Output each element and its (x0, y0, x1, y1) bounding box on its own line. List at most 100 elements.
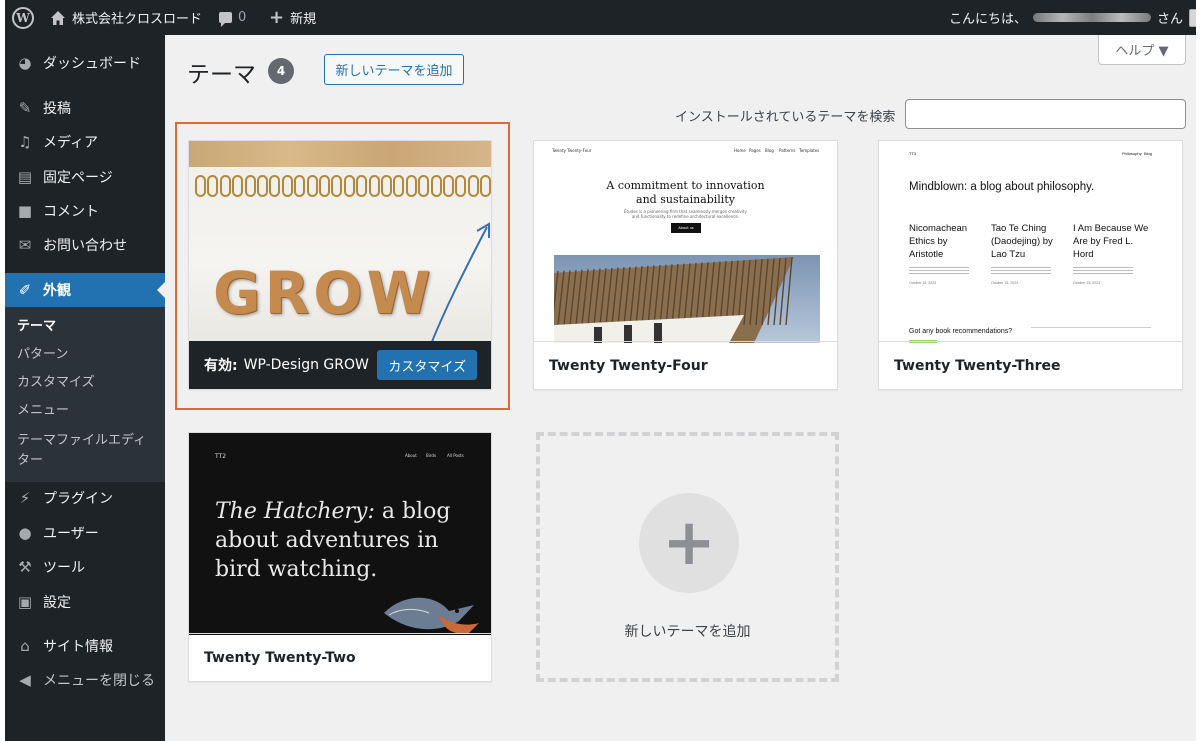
home-icon: ⌂ (20, 637, 30, 655)
submenu-patterns[interactable]: パターン (17, 345, 68, 365)
wp-admin-window: W 株式会社クロスロード 0 + 新規 こんにちは、 さん ◕ ダッシュボード … (5, 0, 1196, 741)
page-title: テーマ (187, 62, 256, 88)
submenu-menus[interactable]: メニュー (17, 401, 69, 421)
theme-card-twentytwentythree[interactable]: TT3 Philosophy Blog Mindblown: a blog ab… (878, 140, 1183, 390)
tt4-nav-item: Patterns (779, 148, 796, 153)
add-new-theme-button[interactable]: 新しいテーマを追加 (324, 54, 464, 85)
tt3-footer-text: Got any book recommendations? (909, 328, 1013, 335)
theme-screenshot-twentytwentyfour: Twenty Twenty-Four Home Pages Blog Patte… (534, 141, 837, 343)
my-account-link[interactable]: こんにちは、 さん (949, 0, 1196, 35)
tt3-site-title: TT3 (909, 151, 917, 156)
tt4-site-title: Twenty Twenty-Four (552, 148, 592, 153)
sidebar-item-label: コメント (43, 204, 99, 220)
sidebar-item-site-info[interactable]: ⌂ サイト情報 (5, 629, 165, 663)
help-button[interactable]: ヘルプ ▼ (1098, 35, 1186, 65)
sidebar-item-plugins[interactable]: ⚡ プラグイン (5, 481, 165, 515)
sidebar-item-settings[interactable]: ▣ 設定 (5, 585, 165, 619)
spiral-ring (368, 175, 380, 197)
comments-link[interactable]: 0 (219, 0, 246, 35)
theme-card-grow[interactable]: GROW 有効: WP-Design GROW カスタマイズ (188, 140, 492, 390)
mail-icon: ✉ (18, 236, 32, 254)
sidebar-item-pages[interactable]: ▤ 固定ページ (5, 160, 165, 194)
spiral-ring (257, 175, 268, 197)
comment-icon (219, 12, 232, 27)
tt3-heading: Mindblown: a blog about philosophy. (909, 181, 1095, 193)
sidebar-item-appearance[interactable]: ✐ 外観 (5, 273, 165, 307)
plus-icon: + (269, 7, 285, 28)
spiral-ring (244, 175, 256, 197)
spiral-ring (331, 175, 343, 197)
plugin-icon: ⚡ (19, 489, 31, 507)
tt3-post-3: I Am Because We Are by Fred L. Hord (1073, 223, 1149, 260)
tt2-nav-item: All Posts (447, 453, 464, 458)
sidebar-item-users[interactable]: ● ユーザー (5, 516, 165, 550)
submenu-customize[interactable]: カスタマイズ (17, 373, 95, 393)
site-name: 株式会社クロスロード (72, 12, 203, 27)
tt2-logo: TT2 (215, 453, 227, 460)
main-content: テーマ 4 新しいテーマを追加 ヘルプ ▼ インストールされているテーマを検索 … (165, 35, 1196, 741)
spiral-ring (430, 175, 442, 197)
spiral-ring (393, 175, 405, 197)
tt2-nav-item: About (405, 453, 417, 458)
site-name-link[interactable]: 株式会社クロスロード (50, 0, 202, 35)
theme-screenshot-grow: GROW (189, 141, 491, 343)
tt3-post-1: Nicomachean Ethics by Aristotle (909, 223, 968, 260)
tt4-nav-item: Home (734, 148, 746, 153)
grow-screenshot-word: GROW (213, 259, 435, 327)
sidebar-item-label: メニューを閉じる (43, 673, 155, 689)
tt3-nav-item: Philosophy (1122, 151, 1142, 156)
spiral-ring (207, 175, 219, 197)
sidebar-item-label: サイト情報 (43, 639, 113, 655)
sidebar-item-media[interactable]: ♫ メディア (5, 125, 165, 159)
greeting-suffix: さん (1157, 12, 1184, 27)
collapse-icon: ◀ (19, 671, 31, 689)
submenu-themes[interactable]: テーマ (17, 317, 56, 337)
tt4-subtext: Études is a pioneering firm that seamles… (624, 209, 747, 219)
user-name-redacted (1033, 13, 1152, 22)
spiral-ring (269, 175, 281, 197)
sidebar-item-label: お問い合わせ (43, 238, 127, 254)
submenu-theme-file-editor[interactable]: テーマファイルエディ (17, 431, 146, 451)
media-icon: ♫ (18, 133, 32, 151)
wrench-icon: ⚒ (18, 558, 32, 576)
customize-button[interactable]: カスタマイズ (377, 350, 477, 380)
comment-icon: ■ (17, 202, 33, 220)
sidebar-item-contact[interactable]: ✉ お問い合わせ (5, 228, 165, 262)
spiral-ring (306, 175, 318, 197)
sidebar-item-label: プラグイン (43, 491, 113, 507)
sidebar-item-posts[interactable]: ✎ 投稿 (5, 91, 165, 125)
theme-name: Twenty Twenty-Four (534, 341, 837, 389)
admin-sidebar: ◕ ダッシュボード ✎ 投稿 ♫ メディア ▤ 固定ページ ■ コメント ✉ お… (5, 35, 165, 741)
spiral-ring (455, 175, 467, 197)
tt4-button: About us (671, 223, 701, 233)
theme-screenshot-twentytwentytwo: TT2 About Birds All Posts The Hatchery: … (189, 433, 491, 635)
active-prefix: 有効: (204, 358, 238, 374)
sidebar-item-dashboard[interactable]: ◕ ダッシュボード (5, 46, 165, 80)
spiral-ring (219, 175, 231, 197)
new-label: 新規 (290, 12, 317, 27)
add-new-theme-tile[interactable]: + 新しいテーマを追加 (536, 432, 839, 682)
new-content-link[interactable]: + 新規 (269, 0, 316, 35)
add-new-theme-label: 新しいテーマを追加 (624, 624, 751, 640)
submenu-theme-file-editor-cont[interactable]: ター (17, 451, 43, 471)
sidebar-item-label: 投稿 (43, 101, 71, 117)
sidebar-item-comments[interactable]: ■ コメント (5, 194, 165, 228)
spiral-ring (356, 175, 368, 197)
tt2-headline: The Hatchery: a blog about adventures in… (215, 499, 451, 582)
tt3-date: October 15, 2023 (1073, 281, 1101, 285)
collapse-menu-button[interactable]: ◀ メニューを閉じる (5, 663, 165, 697)
theme-search-input[interactable] (905, 99, 1186, 129)
tt3-nav-item: Blog (1144, 151, 1153, 156)
home-icon (51, 10, 65, 25)
spiral-ring (195, 175, 206, 197)
spiral-ring (343, 175, 355, 197)
plus-icon: + (639, 493, 739, 593)
sidebar-item-tools[interactable]: ⚒ ツール (5, 550, 165, 584)
sidebar-item-label: 設定 (43, 595, 71, 611)
wordpress-menu[interactable]: W (12, 0, 34, 35)
theme-card-twentytwentytwo[interactable]: TT2 About Birds All Posts The Hatchery: … (188, 432, 492, 682)
appearance-submenu: テーマ パターン カスタマイズ メニュー テーマファイルエディ ター (5, 307, 165, 482)
theme-card-twentytwentyfour[interactable]: Twenty Twenty-Four Home Pages Blog Patte… (533, 140, 838, 390)
page-icon: ▤ (17, 168, 33, 186)
theme-screenshot-twentytwentythree: TT3 Philosophy Blog Mindblown: a blog ab… (879, 141, 1182, 343)
